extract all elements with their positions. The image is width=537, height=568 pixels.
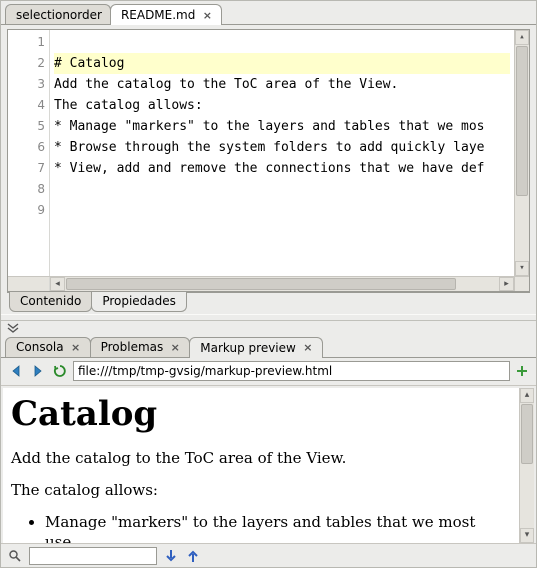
app-window: selectionorder README.md × 1 2 3 4 5 6 7… bbox=[0, 0, 537, 568]
lower-tab-bar: Consola × Problemas × Markup preview × bbox=[1, 336, 536, 358]
editor-horizontal-scrollbar[interactable]: ◂ ▸ bbox=[8, 276, 529, 291]
code-area[interactable]: # CatalogAdd the catalog to the ToC area… bbox=[50, 30, 514, 276]
url-input[interactable] bbox=[73, 361, 510, 381]
forward-button[interactable] bbox=[29, 362, 47, 380]
editor-vertical-scrollbar[interactable]: ▴ ▾ bbox=[514, 30, 529, 276]
scroll-down-icon[interactable]: ▾ bbox=[520, 528, 534, 543]
arrow-left-icon bbox=[8, 363, 24, 379]
scroll-down-icon[interactable]: ▾ bbox=[515, 261, 529, 276]
line-num: 8 bbox=[8, 179, 45, 200]
editor-outer: 1 2 3 4 5 6 7 8 9 # CatalogAdd the catal… bbox=[1, 25, 536, 314]
close-icon[interactable]: × bbox=[201, 10, 213, 21]
editor-box: 1 2 3 4 5 6 7 8 9 # CatalogAdd the catal… bbox=[7, 29, 530, 292]
plus-icon bbox=[515, 364, 529, 378]
gutter: 1 2 3 4 5 6 7 8 9 bbox=[8, 30, 50, 276]
tab-label: selectionorder bbox=[16, 8, 102, 22]
line-num: 1 bbox=[8, 32, 45, 53]
tab-label: README.md bbox=[121, 8, 195, 22]
tab-label: Problemas bbox=[101, 340, 164, 354]
browser-toolbar bbox=[1, 358, 536, 386]
tab-propiedades[interactable]: Propiedades bbox=[91, 292, 187, 312]
preview-content[interactable]: Catalog Add the catalog to the ToC area … bbox=[3, 388, 519, 543]
refresh-icon bbox=[53, 364, 67, 378]
preview-heading: Catalog bbox=[11, 394, 507, 434]
code-line: * Manage "markers" to the layers and tab… bbox=[54, 116, 510, 137]
list-item: Manage "markers" to the layers and table… bbox=[45, 512, 507, 543]
preview-paragraph: The catalog allows: bbox=[11, 480, 507, 500]
code-line: Add the catalog to the ToC area of the V… bbox=[54, 74, 510, 95]
tab-consola[interactable]: Consola × bbox=[5, 337, 91, 357]
line-num: 7 bbox=[8, 158, 45, 179]
collapse-bar[interactable] bbox=[1, 320, 536, 336]
search-button[interactable] bbox=[7, 548, 23, 564]
lower-panel: Consola × Problemas × Markup preview × bbox=[1, 320, 536, 567]
close-icon[interactable]: × bbox=[302, 342, 314, 353]
arrow-right-icon bbox=[30, 363, 46, 379]
find-prev-button[interactable] bbox=[185, 548, 201, 564]
editor-bottom-tab-bar: Contenido Propiedades bbox=[7, 292, 530, 314]
scroll-corner bbox=[514, 277, 529, 291]
code-line: # Catalog bbox=[54, 53, 510, 74]
search-bar bbox=[1, 543, 536, 567]
scroll-thumb[interactable] bbox=[66, 278, 456, 290]
arrow-up-icon bbox=[187, 549, 199, 563]
scroll-thumb[interactable] bbox=[516, 46, 528, 196]
line-num: 4 bbox=[8, 95, 45, 116]
scroll-up-icon[interactable]: ▴ bbox=[515, 30, 529, 45]
scroll-spacer bbox=[8, 277, 50, 291]
tab-contenido[interactable]: Contenido bbox=[9, 292, 92, 312]
editor-body: 1 2 3 4 5 6 7 8 9 # CatalogAdd the catal… bbox=[8, 30, 529, 276]
close-icon[interactable]: × bbox=[169, 342, 181, 353]
refresh-button[interactable] bbox=[51, 362, 69, 380]
tab-label: Markup preview bbox=[200, 341, 296, 355]
scroll-left-icon[interactable]: ◂ bbox=[50, 277, 65, 291]
close-icon[interactable]: × bbox=[70, 342, 82, 353]
line-num: 3 bbox=[8, 74, 45, 95]
preview-outer: Catalog Add the catalog to the ToC area … bbox=[1, 386, 536, 543]
back-button[interactable] bbox=[7, 362, 25, 380]
add-button[interactable] bbox=[514, 363, 530, 379]
tab-label: Consola bbox=[16, 340, 64, 354]
arrow-down-icon bbox=[165, 549, 177, 563]
code-line: * View, add and remove the connections t… bbox=[54, 158, 510, 179]
code-line: * Browse through the system folders to a… bbox=[54, 137, 510, 158]
preview-vertical-scrollbar[interactable]: ▴ ▾ bbox=[519, 388, 534, 543]
chevron-down-double-icon bbox=[7, 323, 19, 333]
scroll-thumb[interactable] bbox=[521, 404, 533, 464]
tab-problemas[interactable]: Problemas × bbox=[90, 337, 191, 357]
line-num: 2 bbox=[8, 53, 45, 74]
line-num: 6 bbox=[8, 137, 45, 158]
editor-tab-bar: selectionorder README.md × bbox=[1, 1, 536, 25]
search-input[interactable] bbox=[29, 547, 157, 565]
scroll-up-icon[interactable]: ▴ bbox=[520, 388, 534, 403]
scroll-right-icon[interactable]: ▸ bbox=[499, 277, 514, 291]
code-line: The catalog allows: bbox=[54, 95, 510, 116]
tab-label: Contenido bbox=[20, 294, 81, 308]
line-num: 9 bbox=[8, 200, 45, 221]
line-num: 5 bbox=[8, 116, 45, 137]
preview-list: Manage "markers" to the layers and table… bbox=[11, 512, 507, 543]
tab-markup-preview[interactable]: Markup preview × bbox=[189, 337, 323, 358]
file-tab-readme[interactable]: README.md × bbox=[110, 4, 222, 25]
find-next-button[interactable] bbox=[163, 548, 179, 564]
scroll-track[interactable]: ◂ ▸ bbox=[50, 277, 514, 291]
search-icon bbox=[8, 549, 22, 563]
preview-paragraph: Add the catalog to the ToC area of the V… bbox=[11, 448, 507, 468]
tab-label: Propiedades bbox=[102, 294, 176, 308]
file-tab-selectionorder[interactable]: selectionorder bbox=[5, 4, 111, 24]
